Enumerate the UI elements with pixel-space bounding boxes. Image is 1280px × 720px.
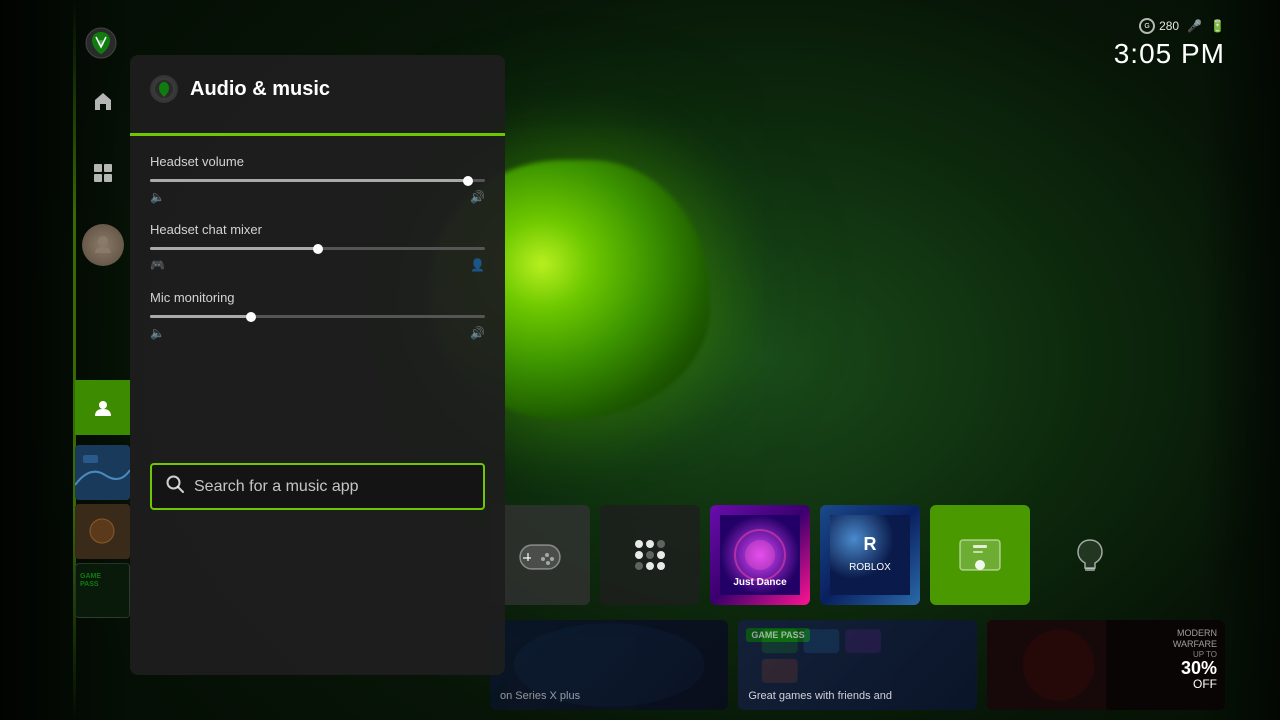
edge-right bbox=[1200, 0, 1280, 720]
banner-series-x[interactable]: on Series X plus bbox=[490, 620, 728, 710]
headset-volume-icons: 🔈 🔊 bbox=[150, 190, 485, 204]
tile-light-bulb[interactable] bbox=[1040, 505, 1140, 605]
sidebar-item-home[interactable] bbox=[82, 80, 124, 122]
gamerscore-value: 280 bbox=[1159, 19, 1179, 33]
sidebar-avatar[interactable] bbox=[82, 224, 124, 266]
chat-mixer-track[interactable] bbox=[150, 247, 485, 250]
svg-text:PASS: PASS bbox=[80, 581, 99, 588]
gamepass-banner-text: Great games with friends and bbox=[748, 690, 966, 702]
chat-mixer-thumb[interactable] bbox=[313, 244, 323, 254]
search-placeholder-text: Search for a music app bbox=[194, 478, 359, 496]
dot-9 bbox=[657, 562, 665, 570]
tile-roblox[interactable]: R ROBLOX bbox=[820, 505, 920, 605]
sidebar-active-item[interactable] bbox=[75, 380, 130, 435]
controller-icon: 🎮 bbox=[150, 258, 165, 272]
sidebar-thumb-gamepass[interactable]: GAME PASS bbox=[75, 563, 130, 618]
mic-low-icon: 🔈 bbox=[150, 326, 165, 340]
dot-2 bbox=[646, 540, 654, 548]
headset-chat-mixer-section: Headset chat mixer 🎮 👤 bbox=[150, 222, 485, 272]
cod-sale-info: MODERNWARFARE UP TO 30% OFF bbox=[1173, 628, 1217, 691]
music-app-search[interactable]: Search for a music app bbox=[150, 463, 485, 510]
search-icon bbox=[166, 475, 184, 498]
tile-game1[interactable]: Just Dance bbox=[710, 505, 810, 605]
xbox-logo-sidebar bbox=[78, 20, 123, 65]
dot-3 bbox=[657, 540, 665, 548]
svg-text:Just Dance: Just Dance bbox=[733, 577, 787, 588]
status-bar: G 280 🎤 🔋 3:05 PM bbox=[1114, 18, 1225, 70]
status-icons: G 280 🎤 🔋 bbox=[1139, 18, 1225, 34]
svg-text:ROBLOX: ROBLOX bbox=[849, 562, 891, 573]
panel-accent-line bbox=[130, 133, 505, 136]
mic-monitoring-thumb[interactable] bbox=[246, 312, 256, 322]
clock-display: 3:05 PM bbox=[1114, 38, 1225, 70]
taskbar: Just Dance R ROBLOX bbox=[490, 505, 1225, 605]
dot-7 bbox=[635, 562, 643, 570]
dot-6 bbox=[657, 551, 665, 559]
headset-volume-track[interactable] bbox=[150, 179, 485, 182]
bottom-banners: on Series X plus GAME PASS Great games w… bbox=[490, 620, 1225, 710]
dot-1 bbox=[635, 540, 643, 548]
banner-cod[interactable]: MODERNWARFARE UP TO 30% OFF bbox=[987, 620, 1225, 710]
cod-off-text: OFF bbox=[1173, 677, 1217, 691]
mic-monitoring-icons: 🔈 🔊 bbox=[150, 326, 485, 340]
chat-mixer-fill bbox=[150, 247, 318, 250]
headset-chat-mixer-label: Headset chat mixer bbox=[150, 222, 485, 237]
chat-mixer-icons: 🎮 👤 bbox=[150, 258, 485, 272]
headset-volume-label: Headset volume bbox=[150, 154, 485, 169]
headset-volume-fill bbox=[150, 179, 468, 182]
gamerscore: G 280 bbox=[1139, 18, 1179, 34]
tile-controller[interactable] bbox=[490, 505, 590, 605]
mic-monitoring-track[interactable] bbox=[150, 315, 485, 318]
dot-5 bbox=[646, 551, 654, 559]
mic-monitoring-fill bbox=[150, 315, 251, 318]
headset-volume-section: Headset volume 🔈 🔊 bbox=[150, 154, 485, 204]
person-icon: 👤 bbox=[470, 258, 485, 272]
svg-text:R: R bbox=[864, 534, 877, 554]
cod-discount-value: 30% bbox=[1173, 659, 1217, 677]
battery-icon: 🔋 bbox=[1210, 19, 1225, 33]
audio-music-panel: Audio & music Headset volume 🔈 🔊 Headset… bbox=[130, 55, 505, 675]
tile-spinner[interactable] bbox=[600, 505, 700, 605]
mic-high-icon: 🔊 bbox=[470, 326, 485, 340]
spinner-animation bbox=[635, 540, 665, 570]
panel-title: Audio & music bbox=[190, 78, 330, 101]
panel-header: Audio & music bbox=[150, 75, 485, 113]
sidebar-thumb-racing[interactable] bbox=[75, 445, 130, 500]
volume-high-icon: 🔊 bbox=[470, 190, 485, 204]
gamerscore-circle: G bbox=[1139, 18, 1155, 34]
cod-game-title: MODERNWARFARE bbox=[1173, 628, 1217, 650]
volume-low-icon: 🔈 bbox=[150, 190, 165, 204]
svg-text:GAME: GAME bbox=[80, 573, 101, 580]
sidebar-thumb-action[interactable] bbox=[75, 504, 130, 559]
xbox-logo bbox=[150, 75, 178, 103]
headset-volume-thumb[interactable] bbox=[463, 176, 473, 186]
sidebar-thumbnails: GAME PASS bbox=[75, 445, 130, 618]
mic-icon: 🎤 bbox=[1187, 19, 1202, 33]
mic-monitoring-section: Mic monitoring 🔈 🔊 bbox=[150, 290, 485, 340]
dot-8 bbox=[646, 562, 654, 570]
tile-xbox-green[interactable] bbox=[930, 505, 1030, 605]
dot-4 bbox=[635, 551, 643, 559]
banner-gamepass[interactable]: GAME PASS Great games with friends and bbox=[738, 620, 976, 710]
sidebar-item-media[interactable] bbox=[82, 152, 124, 194]
mic-monitoring-label: Mic monitoring bbox=[150, 290, 485, 305]
